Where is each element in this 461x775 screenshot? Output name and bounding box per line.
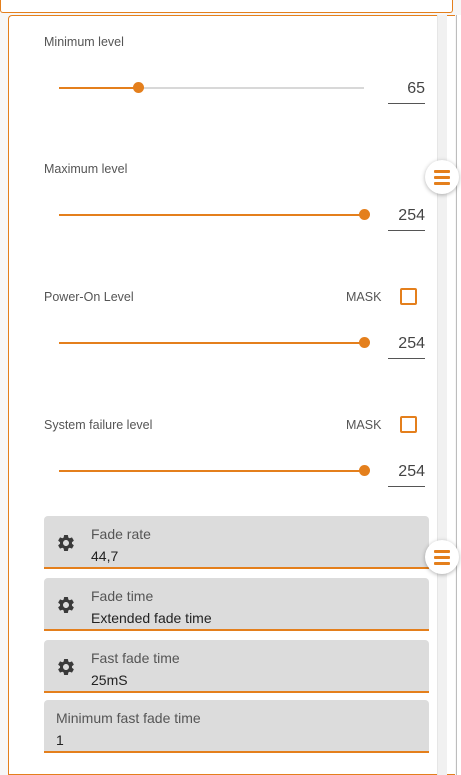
maximum-level-slider-fill bbox=[59, 214, 364, 216]
menu-button[interactable] bbox=[425, 540, 459, 574]
power-on-level-slider-fill bbox=[59, 342, 364, 344]
menu-button[interactable] bbox=[425, 160, 459, 194]
scrollbar-track[interactable] bbox=[437, 15, 447, 775]
minimum-fast-fade-time-label: Minimum fast fade time bbox=[56, 710, 201, 726]
fast-fade-time-value: 25mS bbox=[91, 672, 128, 688]
gear-icon bbox=[58, 597, 74, 613]
power-on-level-label: Power-On Level bbox=[44, 290, 134, 304]
minimum-level-label: Minimum level bbox=[44, 35, 124, 49]
fast-fade-time-label: Fast fade time bbox=[91, 650, 180, 666]
system-failure-mask-checkbox[interactable] bbox=[400, 416, 417, 433]
gear-icon bbox=[58, 659, 74, 675]
minimum-fast-fade-time-value: 1 bbox=[56, 732, 64, 748]
fade-time-label: Fade time bbox=[91, 588, 154, 604]
maximum-level-slider-thumb[interactable] bbox=[359, 209, 370, 220]
power-on-mask-checkbox[interactable] bbox=[400, 288, 417, 305]
maximum-level-value[interactable]: 254 bbox=[388, 207, 425, 231]
fade-rate-value: 44,7 bbox=[91, 548, 119, 564]
system-failure-level-slider-fill bbox=[59, 470, 364, 472]
system-failure-level-slider[interactable] bbox=[59, 465, 370, 476]
fade-rate-label: Fade rate bbox=[91, 526, 151, 542]
power-on-level-value[interactable]: 254 bbox=[388, 335, 425, 359]
system-failure-mask-label: MASK bbox=[346, 418, 382, 432]
power-on-mask-label: MASK bbox=[346, 290, 382, 304]
previous-panel-edge bbox=[0, 0, 453, 13]
fast-fade-time-field[interactable]: Fast fade time 25mS bbox=[44, 640, 429, 693]
power-on-level-slider[interactable] bbox=[59, 337, 370, 348]
gear-icon bbox=[58, 535, 74, 551]
fade-rate-field[interactable]: Fade rate 44,7 bbox=[44, 516, 429, 569]
maximum-level-slider[interactable] bbox=[59, 209, 370, 220]
minimum-level-value[interactable]: 65 bbox=[388, 80, 425, 104]
adjacent-panel-edge bbox=[456, 15, 461, 775]
fade-time-field[interactable]: Fade time Extended fade time bbox=[44, 578, 429, 631]
system-failure-level-value[interactable]: 254 bbox=[388, 463, 425, 487]
maximum-level-label: Maximum level bbox=[44, 162, 128, 176]
power-on-level-slider-thumb[interactable] bbox=[359, 337, 370, 348]
minimum-fast-fade-time-field[interactable]: Minimum fast fade time 1 bbox=[44, 700, 429, 753]
minimum-level-slider[interactable] bbox=[59, 82, 364, 93]
fade-time-value: Extended fade time bbox=[91, 610, 212, 626]
system-failure-level-slider-thumb[interactable] bbox=[359, 465, 370, 476]
minimum-level-slider-fill bbox=[59, 87, 139, 89]
system-failure-level-label: System failure level bbox=[44, 418, 153, 432]
